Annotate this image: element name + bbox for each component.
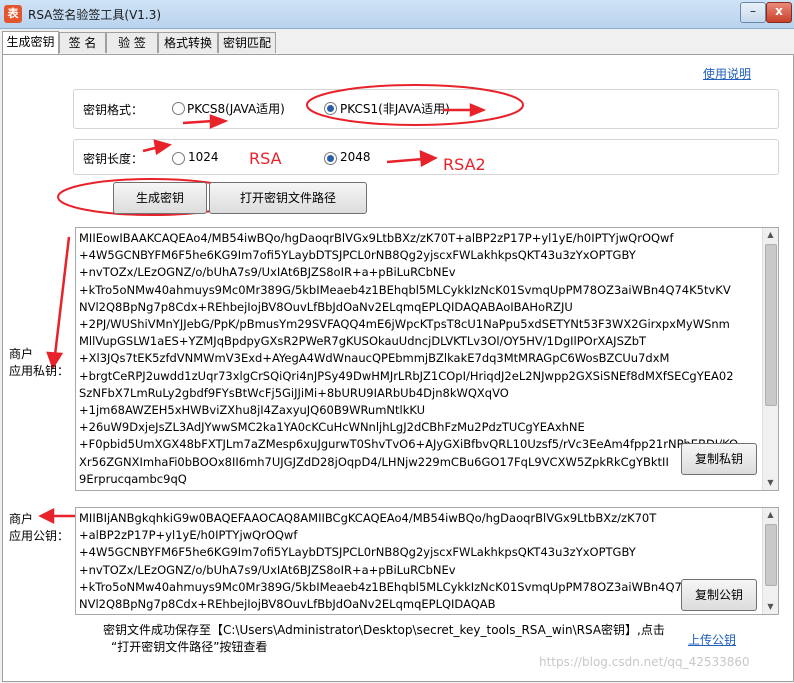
- key-line: MllVupGSLW1aES+YZMJqBpdpyGXsR2PWeR7gKUSO…: [79, 334, 647, 349]
- key-line: +4W5GCNBYFM6F5he6KG9Im7ofi5YLaybDTSJPCL0…: [79, 248, 636, 263]
- key-format-label: 密钥格式：: [83, 103, 144, 117]
- copy-private-key-button[interactable]: 复制私钥: [681, 443, 757, 475]
- key-line: +nvTOZx/LEzOGNZ/o/bUhA7s9/UxIAt6BJZS8oIR…: [79, 562, 456, 577]
- app-icon: 表: [4, 5, 22, 23]
- private-key-content: MIIEowIBAAKCAQEAo4/MB54iwBQo/hgDaoqrBlVG…: [76, 228, 778, 488]
- key-line: +2PJ/WUShiVMnYJJebG/PpK/pBmusYm29SVFAQQ4…: [79, 317, 730, 332]
- key-line: +26uW9DxjeJsZL3AdJYwwSMC2ka1YA0cKCuHcWNn…: [79, 420, 585, 435]
- length-1024-label[interactable]: 1024: [188, 150, 219, 164]
- scroll-thumb[interactable]: [765, 524, 777, 586]
- key-line: +kTro5oNMw40ahmuys9Mc0Mr389G/5kbIMeaeb4z…: [79, 579, 731, 594]
- public-key-textarea[interactable]: MIIBIjANBgkqhkiG9w0BAQEFAAOCAQ8AMIIBCgKC…: [75, 507, 779, 615]
- private-key-label-line1: 商户: [9, 347, 34, 361]
- pkcs8-label[interactable]: PKCS8(JAVA适用): [187, 100, 285, 117]
- key-line: +1jm68AWZEH5xHWBviZXhu8jI4ZaxyuJQ60B9WRu…: [79, 403, 426, 418]
- public-key-scrollbar[interactable]: ▲ ▼: [762, 508, 778, 614]
- tab-bar: 生成密钥 签 名 验 签 格式转换 密钥匹配: [2, 31, 792, 54]
- arrow-private-key: [53, 236, 71, 356]
- private-key-textarea[interactable]: MIIEowIBAAKCAQEAo4/MB54iwBQo/hgDaoqrBlVG…: [75, 227, 779, 491]
- window-title: RSA签名验签工具(V1.3): [28, 8, 162, 22]
- close-button[interactable]: x: [766, 2, 792, 23]
- key-line: +brgtCeRPJ2uwdd1zUqr73xlgCrSQiQri4nJPSy4…: [79, 368, 734, 383]
- status-message-line2: “打开密钥文件路径”按钮查看: [111, 640, 268, 654]
- key-line: NVl2Q8BpNg7p8Cdx+REhbejIojBV8OuvLfBbJdOa…: [79, 299, 573, 314]
- generate-key-panel: 使用说明 密钥格式： PKCS8(JAVA适用) PKCS1(非JAVA适用) …: [2, 54, 794, 682]
- title-bar: 表 RSA签名验签工具(V1.3) – x: [0, 0, 794, 29]
- watermark: https://blog.csdn.net/qq_42533860: [539, 655, 750, 669]
- private-key-scrollbar[interactable]: ▲ ▼: [762, 228, 778, 490]
- length-2048-label[interactable]: 2048: [340, 150, 371, 164]
- public-key-content: MIIBIjANBgkqhkiG9w0BAQEFAAOCAQ8AMIIBCgKC…: [76, 508, 778, 613]
- pkcs8-radio[interactable]: [172, 102, 185, 115]
- pkcs1-radio[interactable]: [324, 102, 337, 115]
- tab-format-convert[interactable]: 格式转换: [158, 32, 218, 53]
- tab-verify[interactable]: 验 签: [106, 32, 158, 53]
- scroll-up-arrow-icon[interactable]: ▲: [763, 228, 778, 242]
- copy-public-key-button[interactable]: 复制公钥: [681, 579, 757, 611]
- upload-public-key-link[interactable]: 上传公钥: [688, 631, 736, 648]
- key-line: MIIBIjANBgkqhkiG9w0BAQEFAAOCAQ8AMIIBCgKC…: [79, 511, 657, 525]
- arrowhead-public-key: [38, 507, 55, 525]
- scroll-down-arrow-icon[interactable]: ▼: [763, 476, 778, 490]
- private-key-label-line2: 应用私钥：: [9, 364, 70, 378]
- scroll-down-arrow-icon[interactable]: ▼: [763, 600, 778, 614]
- generate-key-button[interactable]: 生成密钥: [113, 182, 207, 214]
- public-key-label-line1: 商户: [9, 512, 34, 526]
- tab-generate-key[interactable]: 生成密钥: [2, 31, 59, 54]
- tab-sign[interactable]: 签 名: [59, 32, 106, 53]
- tab-key-match[interactable]: 密钥匹配: [218, 32, 276, 53]
- public-key-label-line2: 应用公钥：: [9, 529, 70, 543]
- key-line: +alBP2zP17P+yl1yE/h0IPTYjwQrOQwf: [79, 528, 298, 543]
- key-line: +Xl3JQs7tEK5zfdVNMWmV3Exd+AYegA4WdWnaucQ…: [79, 351, 670, 366]
- length-1024-radio[interactable]: [172, 152, 185, 165]
- key-line: +nvTOZx/LEzOGNZ/o/bUhA7s9/UxIAt6BJZS8oIR…: [79, 265, 456, 280]
- rsa2-annotation: RSA2: [443, 155, 486, 174]
- pkcs1-label[interactable]: PKCS1(非JAVA适用): [340, 100, 450, 117]
- key-line: MIIEowIBAAKCAQEAo4/MB54iwBQo/hgDaoqrBlVG…: [79, 231, 674, 245]
- key-line: NVl2Q8BpNg7p8Cdx+REhbejIojBV8OuvLfBbJdOa…: [79, 597, 496, 612]
- minimize-button[interactable]: –: [740, 2, 766, 23]
- help-link[interactable]: 使用说明: [703, 65, 751, 82]
- key-line: +kTro5oNMw40ahmuys9Mc0Mr389G/5kbIMeaeb4z…: [79, 282, 731, 297]
- length-2048-radio[interactable]: [324, 152, 337, 165]
- scroll-thumb[interactable]: [765, 244, 777, 406]
- rsa-annotation: RSA: [249, 149, 282, 168]
- key-line: SzNFbX7LmRuLy2gbdf9FYsBtWcFj5GiJJiMi+8bU…: [79, 385, 509, 400]
- key-length-label: 密钥长度：: [83, 152, 144, 166]
- key-line: +F0pbid5UmXGX48bFXTJLm7aZMesp6xuJgurwT0S…: [79, 437, 739, 452]
- key-line: Xr56ZGNXImhaFi0bBOOx8II6mh7UJGJZdD28jOqp…: [79, 454, 669, 469]
- status-message-line1: 密钥文件成功保存至【C:\Users\Administrator\Desktop…: [103, 623, 665, 637]
- scroll-up-arrow-icon[interactable]: ▲: [763, 508, 778, 522]
- open-key-path-button[interactable]: 打开密钥文件路径: [209, 182, 367, 214]
- key-line: +4W5GCNBYFM6F5he6KG9Im7ofi5YLaybDTSJPCL0…: [79, 545, 636, 560]
- key-line: 9Erprucqambc9qQ: [79, 471, 187, 486]
